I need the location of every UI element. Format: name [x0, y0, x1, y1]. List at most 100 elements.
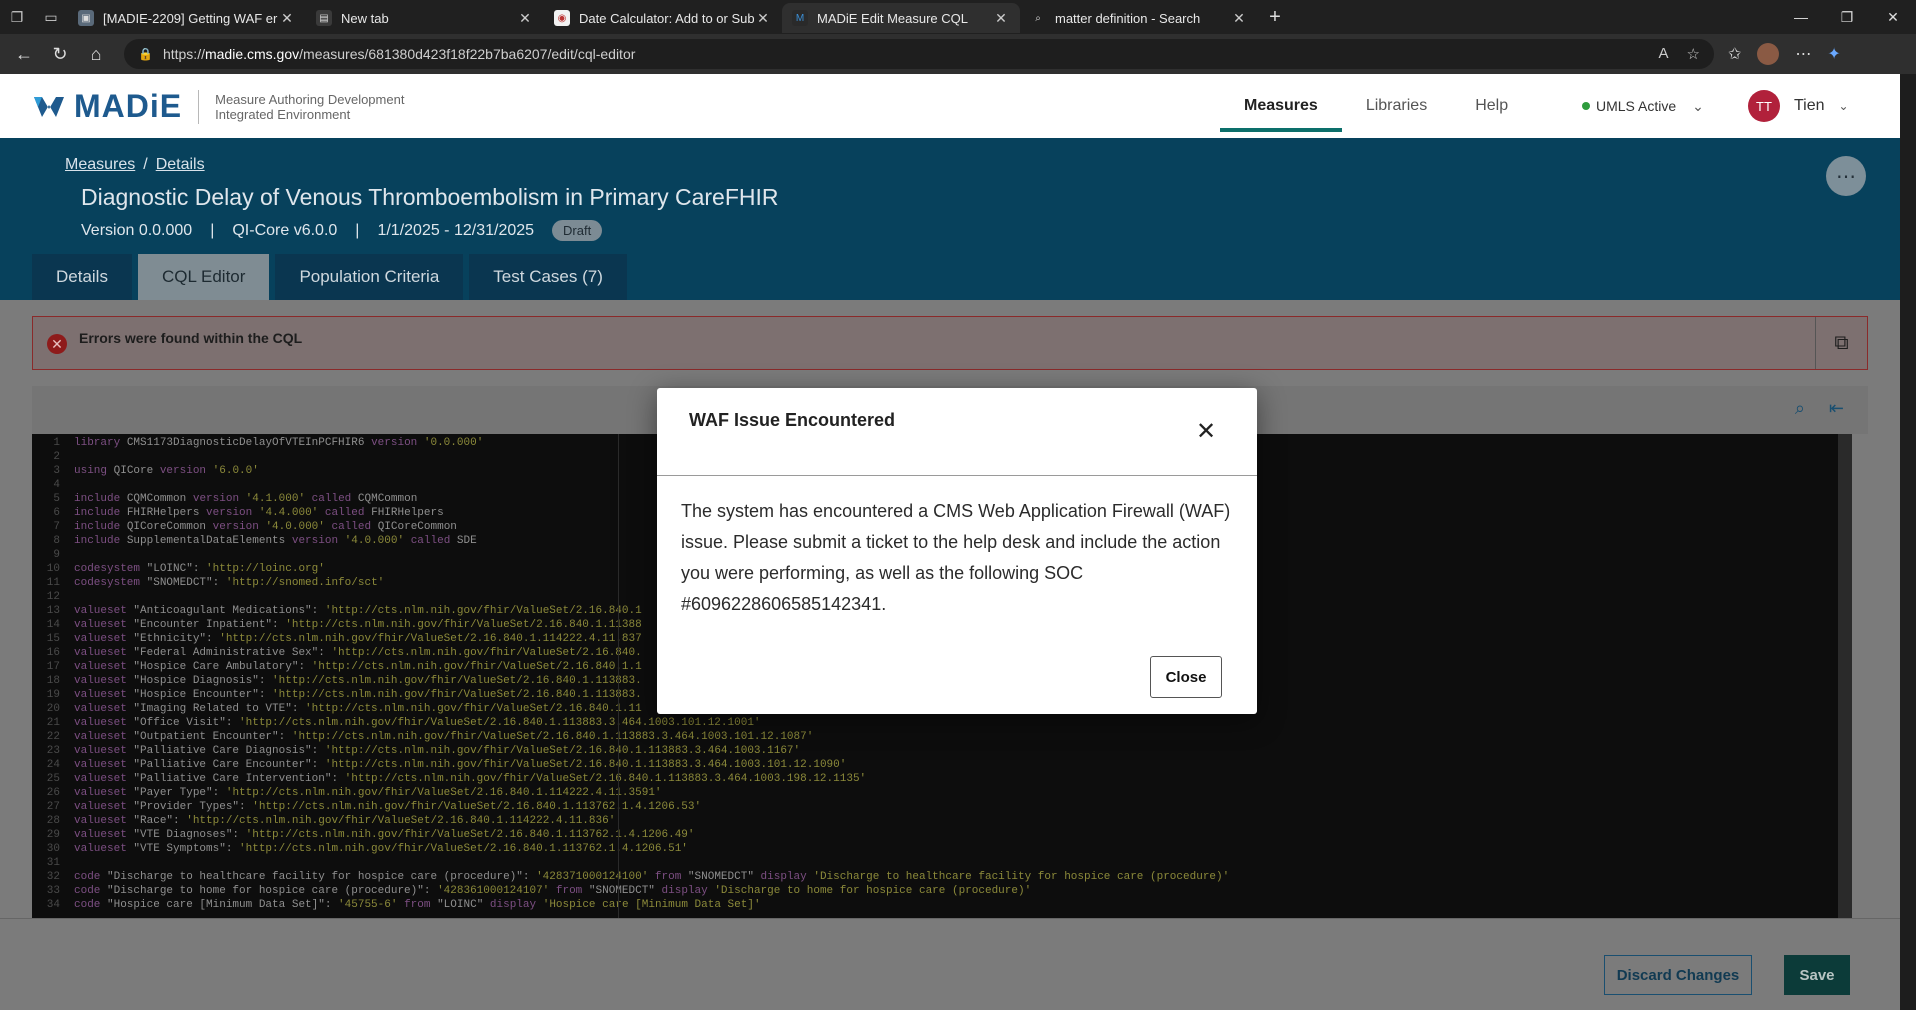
- nav-libraries[interactable]: Libraries: [1342, 74, 1451, 138]
- code-token: "Race":: [126, 815, 187, 827]
- code-token: from: [549, 885, 583, 897]
- code-line: 26 valueset "Payer Type": 'http://cts.nlm…: [32, 786, 1852, 800]
- error-icon: ✕: [47, 334, 67, 354]
- copilot-icon[interactable]: ✦: [1827, 44, 1840, 64]
- close-tab-icon[interactable]: ✕: [278, 10, 296, 27]
- minimize-icon[interactable]: —: [1778, 0, 1824, 34]
- editor-scrollbar[interactable]: [1838, 434, 1852, 918]
- code-token: "Ethnicity":: [126, 633, 220, 645]
- code-token: 'http://cts.nlm.nih.gov/fhir/ValueSet/2.…: [219, 633, 642, 645]
- more-actions-button[interactable]: ⋯: [1826, 156, 1866, 196]
- browser-tab[interactable]: ◉ Date Calculator: Add to or Subtra ✕: [544, 3, 782, 33]
- url-prefix: https://: [162, 46, 205, 62]
- app-header: MADiE Measure Authoring Development Inte…: [0, 74, 1900, 138]
- close-window-icon[interactable]: ✕: [1870, 0, 1916, 34]
- code-token: valueset: [74, 633, 127, 645]
- close-tab-icon[interactable]: ✕: [1230, 10, 1248, 27]
- error-message: Errors were found within the CQL: [79, 330, 303, 346]
- browser-tab[interactable]: M MADiE Edit Measure CQL ✕: [782, 3, 1020, 33]
- code-token: '428361000124107': [437, 885, 550, 897]
- favorites-icon[interactable]: ✩: [1728, 44, 1741, 64]
- new-tab-button[interactable]: +: [1258, 6, 1292, 29]
- line-number: 20: [46, 703, 60, 715]
- line-number: 16: [46, 647, 60, 659]
- discard-changes-button[interactable]: Discard Changes: [1604, 955, 1752, 995]
- browser-tab[interactable]: ⌕ matter definition - Search ✕: [1020, 3, 1258, 33]
- code-token: called: [404, 535, 451, 547]
- code-token: 'Discharge to healthcare facility for ho…: [806, 871, 1230, 883]
- code-line: 29 valueset "VTE Diagnoses": 'http://cts.…: [32, 828, 1852, 842]
- code-token: "Office Visit":: [126, 717, 240, 729]
- waf-dialog: WAF Issue Encountered ✕ The system has e…: [657, 388, 1257, 714]
- jira-favicon-icon: ▣: [78, 10, 94, 26]
- code-token: 'http://cts.nlm.nih.gov/fhir/ValueSet/2.…: [239, 843, 688, 855]
- user-menu[interactable]: TT Tien ⌄: [1748, 90, 1849, 122]
- code-token: 'Discharge to home for hospice care (pro…: [707, 885, 1032, 897]
- lock-icon[interactable]: 🔒: [138, 47, 153, 61]
- line-number: 18: [46, 675, 60, 687]
- user-avatar[interactable]: TT: [1748, 90, 1780, 122]
- window-controls: — ❐ ✕: [1778, 0, 1916, 34]
- code-token: FHIRHelpers: [364, 507, 444, 519]
- umls-status[interactable]: UMLS Active ⌄: [1582, 74, 1704, 138]
- restore-icon[interactable]: ❐: [1824, 0, 1870, 34]
- code-token: QICore: [107, 465, 160, 477]
- breadcrumb-details[interactable]: Details: [156, 156, 205, 173]
- search-icon[interactable]: ⌕: [1795, 398, 1805, 419]
- nav-help[interactable]: Help: [1451, 74, 1532, 138]
- code-token: "SNOMEDCT": [681, 871, 761, 883]
- address-bar[interactable]: 🔒 https://madie.cms.gov/measures/681380d…: [124, 39, 1714, 69]
- meta-divider: |: [210, 221, 215, 239]
- tab-test-cases[interactable]: Test Cases (7): [469, 254, 627, 300]
- code-token: 'http://cts.nlm.nih.gov/fhir/ValueSet/2.…: [331, 647, 642, 659]
- chevron-down-icon[interactable]: ⌄: [1692, 98, 1704, 115]
- measure-model: QI-Core v6.0.0: [232, 221, 338, 239]
- line-number: 10: [46, 563, 60, 575]
- code-token: valueset: [74, 815, 127, 827]
- madie-logo[interactable]: MADiE Measure Authoring Development Inte…: [32, 88, 404, 125]
- code-token: '45755-6': [338, 899, 398, 911]
- read-aloud-icon[interactable]: A: [1659, 45, 1669, 63]
- nav-measures[interactable]: Measures: [1220, 74, 1342, 138]
- tab-details[interactable]: Details: [32, 254, 132, 300]
- breadcrumb-measures[interactable]: Measures: [65, 156, 135, 173]
- code-token: '0.0.000': [417, 437, 484, 449]
- code-line: 31: [32, 856, 1852, 870]
- collapse-panel-icon[interactable]: ⇤: [1829, 398, 1844, 419]
- refresh-icon[interactable]: ↻: [42, 36, 78, 72]
- code-token: "Palliative Care Diagnosis":: [126, 745, 325, 757]
- line-number: 28: [46, 815, 60, 827]
- back-icon[interactable]: ←: [6, 36, 42, 72]
- favorite-star-icon[interactable]: ☆: [1687, 45, 1700, 63]
- close-icon[interactable]: ✕: [1193, 418, 1219, 445]
- page-scrollbar[interactable]: [1900, 74, 1916, 1010]
- tab-actions-icon[interactable]: ▭: [34, 0, 68, 34]
- profile-avatar[interactable]: [1757, 43, 1780, 65]
- close-button[interactable]: Close: [1150, 656, 1222, 698]
- code-token: 'http://cts.nlm.nih.gov/fhir/ValueSet/2.…: [324, 745, 801, 757]
- close-tab-icon[interactable]: ✕: [992, 10, 1010, 27]
- close-tab-icon[interactable]: ✕: [516, 10, 534, 27]
- breadcrumb: Measures / Details: [65, 156, 205, 174]
- workspaces-icon[interactable]: ❐: [0, 0, 34, 34]
- code-token: 'http://cts.nlm.nih.gov/fhir/ValueSet/2.…: [272, 689, 642, 701]
- browser-tab[interactable]: ▤ New tab ✕: [306, 3, 544, 33]
- code-line: 23 valueset "Palliative Care Diagnosis": …: [32, 744, 1852, 758]
- code-line: 21 valueset "Office Visit": 'http://cts.n…: [32, 716, 1852, 730]
- home-icon[interactable]: ⌂: [78, 36, 114, 72]
- code-token: from: [648, 871, 682, 883]
- tab-cql-editor[interactable]: CQL Editor: [137, 254, 270, 300]
- code-token: valueset: [74, 745, 127, 757]
- tab-population-criteria[interactable]: Population Criteria: [275, 254, 464, 300]
- code-token: called: [318, 507, 365, 519]
- more-options-icon[interactable]: ⋯: [1795, 44, 1811, 64]
- line-number: 8: [53, 535, 60, 547]
- copy-icon[interactable]: ⧉: [1815, 317, 1867, 369]
- close-tab-icon[interactable]: ✕: [754, 10, 772, 27]
- code-token: from: [397, 899, 431, 911]
- save-button[interactable]: Save: [1784, 955, 1850, 995]
- chevron-down-icon[interactable]: ⌄: [1839, 99, 1849, 113]
- code-token: version: [206, 507, 253, 519]
- browser-tab[interactable]: ▣ [MADIE-2209] Getting WAF error ✕: [68, 3, 306, 33]
- code-token: code: [74, 871, 101, 883]
